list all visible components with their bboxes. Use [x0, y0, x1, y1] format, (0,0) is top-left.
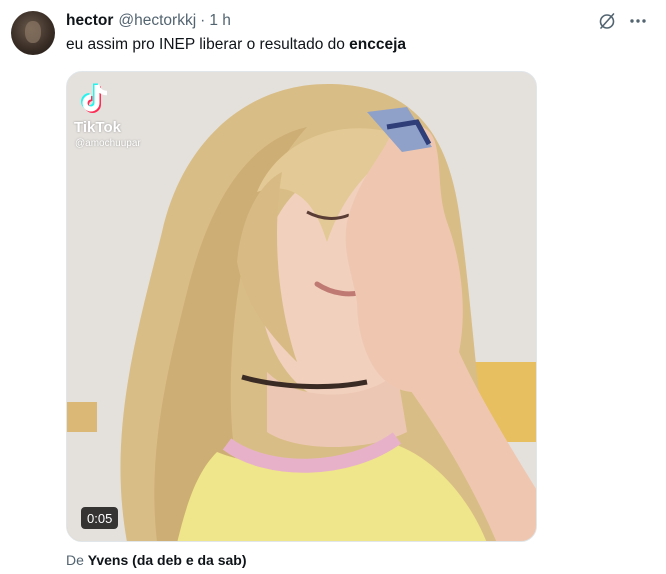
tweet-text-bold: encceja: [349, 36, 407, 53]
user-handle[interactable]: @hectorkkj: [118, 12, 196, 30]
attribution-prefix: De: [66, 552, 88, 568]
tweet-text-main: eu assim pro INEP liberar o resultado do: [66, 36, 350, 53]
timestamp[interactable]: 1 h: [209, 12, 231, 30]
attribution-source-link[interactable]: Yvens (da deb e da sab): [88, 552, 247, 568]
tweet-text: eu assim pro INEP liberar o resultado do…: [66, 36, 406, 54]
tiktok-watermark-brand: TikTok: [74, 119, 121, 136]
display-name[interactable]: hector: [66, 12, 113, 30]
tiktok-watermark-user: @amochuupar: [75, 138, 141, 149]
more-options-icon[interactable]: [627, 10, 649, 32]
tweet-header: hector @hectorkkj · 1 h: [66, 10, 231, 32]
video-duration-badge: 0:05: [81, 507, 119, 529]
tweet[interactable]: hector @hectorkkj · 1 h eu assim pro INE…: [0, 0, 666, 574]
video-player[interactable]: TikTok @amochuupar 0:05: [66, 71, 537, 542]
grok-icon[interactable]: [596, 10, 618, 32]
avatar[interactable]: [11, 11, 55, 55]
media-attribution: De Yvens (da deb e da sab): [66, 552, 247, 568]
avatar-face: [25, 21, 41, 43]
separator: ·: [200, 12, 206, 29]
tiktok-logo-icon: [77, 80, 113, 116]
